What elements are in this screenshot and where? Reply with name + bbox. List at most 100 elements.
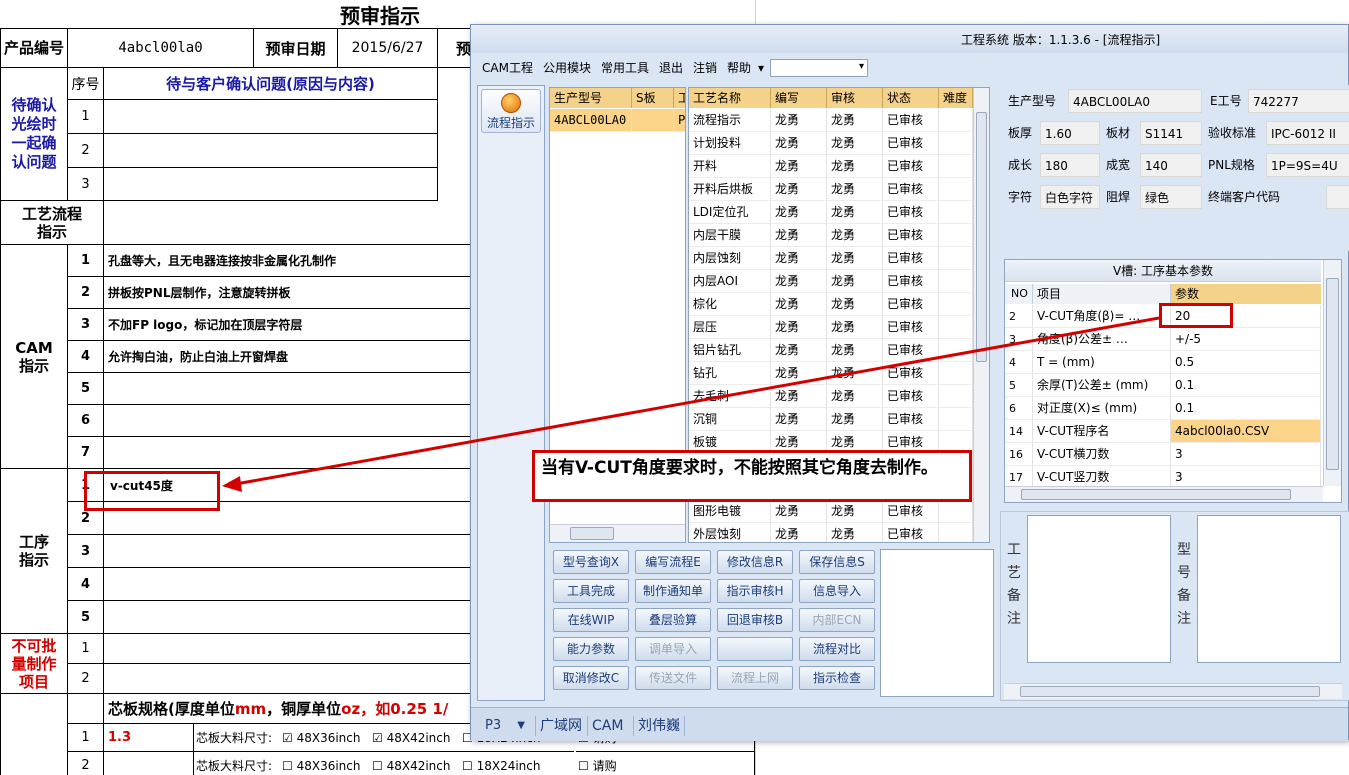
core-size-option[interactable]: ☐ 18X24inch	[462, 752, 574, 775]
process-grid-cell[interactable]: 已审核	[883, 523, 939, 542]
process-grid-cell[interactable]	[939, 316, 973, 339]
action-button[interactable]: 工具完成	[553, 579, 629, 603]
vcut-row-no[interactable]: 16	[1005, 443, 1033, 466]
process-grid-cell[interactable]: 龙勇	[827, 362, 883, 385]
customer-field[interactable]	[1326, 185, 1349, 209]
model-grid-cell[interactable]: P1	[674, 109, 685, 132]
process-grid-cell[interactable]	[939, 293, 973, 316]
model-note-box[interactable]	[1197, 515, 1341, 663]
vcut-row-item[interactable]: T = (mm)	[1033, 351, 1171, 374]
process-grid-cell[interactable]: 龙勇	[827, 201, 883, 224]
menu-combo[interactable]	[770, 59, 869, 77]
vcut-hscroll[interactable]	[1005, 486, 1323, 502]
process-grid-header[interactable]: 编写	[771, 88, 827, 108]
vcut-row-param[interactable]: 4abcl00la0.CSV	[1171, 420, 1321, 443]
process-grid-cell[interactable]: LDI定位孔	[689, 201, 771, 224]
vcut-row-no[interactable]: 2	[1005, 305, 1033, 328]
process-grid-cell[interactable]: 层压	[689, 316, 771, 339]
thickness-field[interactable]: 1.60	[1040, 121, 1100, 145]
process-grid-cell[interactable]: 已审核	[883, 247, 939, 270]
process-grid-cell[interactable]: 龙勇	[771, 523, 827, 542]
action-button[interactable]: 叠层验算	[635, 608, 711, 632]
process-grid-cell[interactable]	[939, 408, 973, 431]
menu-overflow[interactable]: ▾	[756, 58, 766, 78]
process-grid-cell[interactable]: 龙勇	[771, 316, 827, 339]
menu-exit[interactable]: 退出	[654, 58, 688, 78]
scroll-thumb[interactable]	[976, 112, 987, 362]
vcut-row-no[interactable]: 14	[1005, 420, 1033, 443]
vcut-row-param[interactable]: +/-5	[1171, 328, 1321, 351]
process-grid-cell[interactable]: 龙勇	[827, 178, 883, 201]
action-button[interactable]	[717, 637, 793, 661]
action-button[interactable]: 指示审核H	[717, 579, 793, 603]
process-grid-cell[interactable]: 铝片钻孔	[689, 339, 771, 362]
scroll-thumb[interactable]	[1020, 686, 1320, 697]
core-size-option[interactable]: ☐ 48X42inch	[372, 752, 462, 775]
process-grid-cell[interactable]: 龙勇	[771, 109, 827, 132]
process-grid-cell[interactable]: 开料	[689, 155, 771, 178]
width-field[interactable]: 140	[1140, 153, 1202, 177]
menu-cam[interactable]: CAM工程	[477, 58, 538, 78]
vcut-row-item[interactable]: V-CUT程序名	[1033, 420, 1171, 443]
model-grid-header[interactable]: S板	[632, 88, 674, 108]
action-button[interactable]: 取消修改C	[553, 666, 629, 690]
scroll-thumb[interactable]	[1021, 489, 1291, 500]
process-grid-cell[interactable]: 龙勇	[827, 408, 883, 431]
process-grid-cell[interactable]	[939, 339, 973, 362]
action-button[interactable]: 制作通知单	[635, 579, 711, 603]
model-grid-header[interactable]: 工	[674, 88, 685, 108]
model-field[interactable]: 4ABCL00LA0	[1068, 89, 1202, 113]
action-button[interactable]: 编写流程E	[635, 550, 711, 574]
process-grid-cell[interactable]	[939, 178, 973, 201]
process-grid-cell[interactable]: 龙勇	[771, 132, 827, 155]
std-field[interactable]: IPC-6012 II	[1266, 121, 1349, 145]
process-grid-cell[interactable]	[939, 385, 973, 408]
vcut-row-no[interactable]: 5	[1005, 374, 1033, 397]
process-grid-cell[interactable]: 图形电镀	[689, 500, 771, 523]
process-grid-cell[interactable]: 开料后烘板	[689, 178, 771, 201]
process-grid-cell[interactable]: 龙勇	[771, 362, 827, 385]
vcut-row-item[interactable]: 余厚(T)公差± (mm)	[1033, 374, 1171, 397]
menu-tools[interactable]: 常用工具	[596, 58, 654, 78]
process-grid-cell[interactable]: 已审核	[883, 316, 939, 339]
process-grid-cell[interactable]: 流程指示	[689, 109, 771, 132]
process-grid-cell[interactable]: 已审核	[883, 155, 939, 178]
vcut-row-param[interactable]: 0.1	[1171, 374, 1321, 397]
process-grid-cell[interactable]: 已审核	[883, 178, 939, 201]
process-grid-cell[interactable]: 已审核	[883, 293, 939, 316]
process-grid-cell[interactable]	[939, 201, 973, 224]
process-grid-cell[interactable]: 龙勇	[771, 385, 827, 408]
process-grid-cell[interactable]: 龙勇	[827, 109, 883, 132]
process-grid-cell[interactable]: 龙勇	[771, 178, 827, 201]
action-button[interactable]: 信息导入	[799, 579, 875, 603]
process-grid-cell[interactable]: 龙勇	[827, 385, 883, 408]
vcut-row-param[interactable]: 0.5	[1171, 351, 1321, 374]
action-button[interactable]: 回退审核B	[717, 608, 793, 632]
char-field[interactable]: 白色字符	[1040, 185, 1100, 209]
notes-hscroll[interactable]	[1004, 683, 1342, 699]
process-grid-cell[interactable]: 沉铜	[689, 408, 771, 431]
process-grid-cell[interactable]: 龙勇	[827, 316, 883, 339]
vcut-row-no[interactable]: 3	[1005, 328, 1033, 351]
process-grid-cell[interactable]: 龙勇	[827, 132, 883, 155]
model-grid-header[interactable]: 生产型号	[550, 88, 632, 108]
process-grid-cell[interactable]: 龙勇	[827, 270, 883, 293]
vcut-header-param[interactable]: 参数	[1171, 284, 1321, 304]
process-grid-cell[interactable]: 已审核	[883, 270, 939, 293]
process-grid-cell[interactable]: 龙勇	[827, 224, 883, 247]
menu-help[interactable]: 帮助	[722, 58, 756, 78]
action-button[interactable]: 在线WIP	[553, 608, 629, 632]
core-purchase-option[interactable]: ☐ 请购	[576, 752, 755, 775]
process-grid-cell[interactable]: 龙勇	[771, 224, 827, 247]
process-grid-cell[interactable]	[939, 155, 973, 178]
process-grid-header[interactable]: 状态	[883, 88, 939, 108]
mask-field[interactable]: 绿色	[1140, 185, 1202, 209]
process-grid-cell[interactable]: 龙勇	[827, 523, 883, 542]
process-grid-cell[interactable]: 内层蚀刻	[689, 247, 771, 270]
process-grid-cell[interactable]	[939, 109, 973, 132]
vcut-row-no[interactable]: 6	[1005, 397, 1033, 420]
process-grid-cell[interactable]	[939, 523, 973, 542]
process-grid-cell[interactable]: 内层AOI	[689, 270, 771, 293]
process-grid-cell[interactable]: 龙勇	[827, 155, 883, 178]
action-button[interactable]: 能力参数	[553, 637, 629, 661]
